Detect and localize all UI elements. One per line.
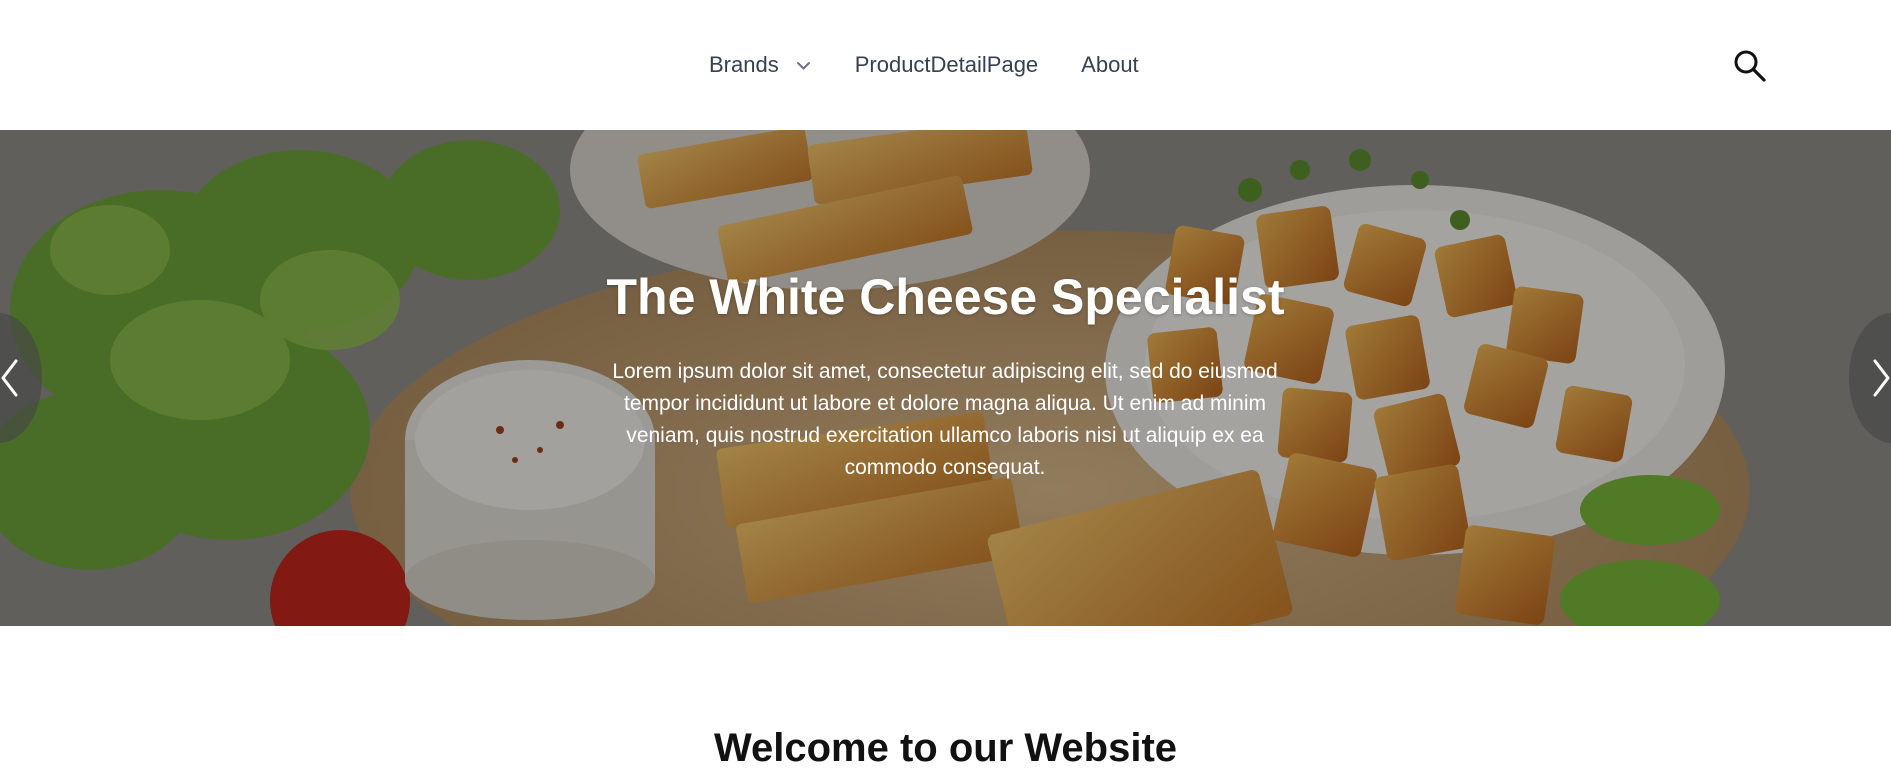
welcome-heading: Welcome to our Website: [713, 726, 1178, 770]
nav-item-about-label: About: [1081, 52, 1139, 77]
hero-title: The White Cheese Specialist: [606, 269, 1285, 325]
nav-item-brands[interactable]: Brands: [709, 52, 812, 78]
main-nav: Brands ProductDetailPage About: [709, 0, 1139, 130]
search-icon: [1734, 50, 1766, 82]
nav-item-brands-label: Brands: [709, 52, 779, 77]
nav-item-about[interactable]: About: [1081, 52, 1139, 78]
site-header: Brands ProductDetailPage About: [0, 0, 1891, 130]
nav-item-productdetailpage[interactable]: ProductDetailPage: [855, 52, 1038, 78]
chevron-down-icon: [796, 61, 810, 69]
hero-description: Lorem ipsum dolor sit amet, consectetur …: [612, 360, 1278, 479]
chevron-left-icon: [1, 359, 18, 397]
chevron-right-icon: [1873, 359, 1890, 397]
search-button[interactable]: [1733, 49, 1767, 83]
nav-item-productdetailpage-label: ProductDetailPage: [854, 52, 1039, 77]
hero-carousel: The White Cheese Specialist Lorem ipsum …: [0, 130, 1891, 626]
